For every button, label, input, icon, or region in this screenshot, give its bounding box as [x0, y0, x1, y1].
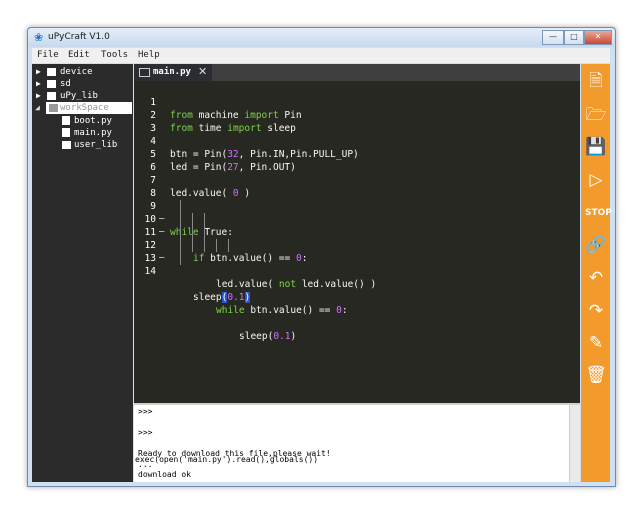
folder-icon — [49, 104, 58, 112]
tree-item-boot-py[interactable]: boot.py — [32, 115, 133, 127]
terminal-line: >>> — [138, 407, 153, 416]
clear-icon[interactable]: 🗑 — [585, 364, 607, 386]
tree-item-user-lib[interactable]: user_lib — [32, 139, 133, 151]
menu-file[interactable]: File — [37, 50, 59, 60]
code-line: 12 – while btn.value() == 0: — [134, 226, 580, 316]
file-icon — [62, 128, 70, 137]
code-line: 2 from time import sleep — [150, 110, 296, 134]
tab-main-py[interactable]: main.py ✕ — [134, 64, 212, 81]
close-window-button[interactable]: ✕ — [584, 30, 612, 45]
connect-icon[interactable]: 🔗 — [585, 234, 607, 256]
editor-panel: main.py ✕ 1 from machine import Pin 2 fr… — [134, 64, 580, 482]
terminal-line: >>> — [138, 428, 153, 437]
folder-icon — [47, 80, 56, 88]
terminal-output[interactable]: >>> >>> Ready to download this file,plea… — [134, 405, 580, 482]
collapse-arrow-icon[interactable]: ◢ — [35, 102, 40, 114]
code-line: 11 led.value( not led.value() ) — [134, 213, 580, 290]
terminal-line: download ok — [138, 470, 191, 479]
redo-icon[interactable]: ↷ — [585, 300, 607, 322]
code-line: 6 — [150, 162, 156, 173]
code-line: 3 — [150, 123, 156, 134]
file-tree: ▶ device ▶ sd ▶ uPy_lib ◢ workSpace boot… — [32, 64, 133, 482]
terminal-last-line: exec(open('main.py').read(),globals()) — [135, 455, 319, 464]
folder-icon — [47, 92, 56, 100]
expand-arrow-icon[interactable]: ▶ — [36, 66, 41, 78]
new-file-icon[interactable]: 🗎 — [585, 70, 607, 92]
expand-arrow-icon[interactable]: ▶ — [36, 78, 41, 90]
code-line: 10 – if btn.value() == 0: — [134, 200, 580, 264]
undo-icon[interactable]: ↶ — [585, 267, 607, 289]
syntax-check-icon[interactable]: ✎ — [585, 332, 607, 354]
title-bar[interactable]: ❀ uPyCraft V1.0 — □ ✕ — [28, 28, 615, 47]
file-icon — [62, 116, 70, 125]
minimize-button[interactable]: — — [542, 30, 564, 45]
menu-tools[interactable]: Tools — [101, 50, 128, 60]
code-editor[interactable]: 1 from machine import Pin 2 from time im… — [134, 81, 580, 403]
open-file-icon[interactable]: 🗁 — [585, 104, 607, 126]
close-tab-icon[interactable]: ✕ — [198, 65, 207, 78]
app-logo-icon: ❀ — [34, 31, 44, 44]
tree-item-main-py[interactable]: main.py — [32, 127, 133, 139]
tab-label: main.py — [153, 67, 191, 77]
terminal-scrollbar[interactable] — [569, 405, 580, 482]
menu-bar: File Edit Tools Help — [32, 48, 610, 63]
monitor-icon — [139, 68, 150, 77]
expand-arrow-icon[interactable]: ▶ — [36, 90, 41, 102]
code-line: 9 – while True: — [150, 201, 233, 238]
app-window: ❀ uPyCraft V1.0 — □ ✕ File Edit Tools He… — [27, 27, 616, 487]
right-toolbar: 🗎 🗁 💾 ▷ STOP 🔗 ↶ ↷ ✎ 🗑 — [581, 64, 612, 482]
stop-icon[interactable]: STOP — [585, 202, 612, 224]
tree-item-device[interactable]: ▶ device — [32, 66, 133, 78]
code-line: 13 sleep(0.1) — [134, 239, 580, 342]
tree-item-upy-lib[interactable]: ▶ uPy_lib — [32, 90, 133, 102]
menu-help[interactable]: Help — [138, 50, 160, 60]
maximize-button[interactable]: □ — [564, 30, 584, 45]
download-run-icon[interactable]: ▷ — [585, 169, 607, 191]
code-line: 7 led.value( 0 ) — [150, 175, 251, 199]
code-line: 14 sleep(0.1) — [134, 252, 580, 303]
code-line: 8 — [150, 188, 156, 199]
tree-item-sd[interactable]: ▶ sd — [32, 78, 133, 90]
save-icon[interactable]: 💾 — [585, 136, 607, 158]
folder-icon — [62, 141, 71, 149]
menu-edit[interactable]: Edit — [68, 50, 90, 60]
window-title: uPyCraft V1.0 — [48, 32, 110, 42]
code-line: 4 btn = Pin(32, Pin.IN,Pin.PULL_UP) — [150, 136, 359, 160]
folder-icon — [47, 68, 56, 76]
tab-bar: main.py ✕ — [134, 64, 580, 81]
code-line: 5 led = Pin(27, Pin.OUT) — [150, 149, 296, 173]
tree-item-workspace[interactable]: ◢ workSpace — [32, 102, 133, 114]
code-line: 1 from machine import Pin — [150, 97, 302, 121]
